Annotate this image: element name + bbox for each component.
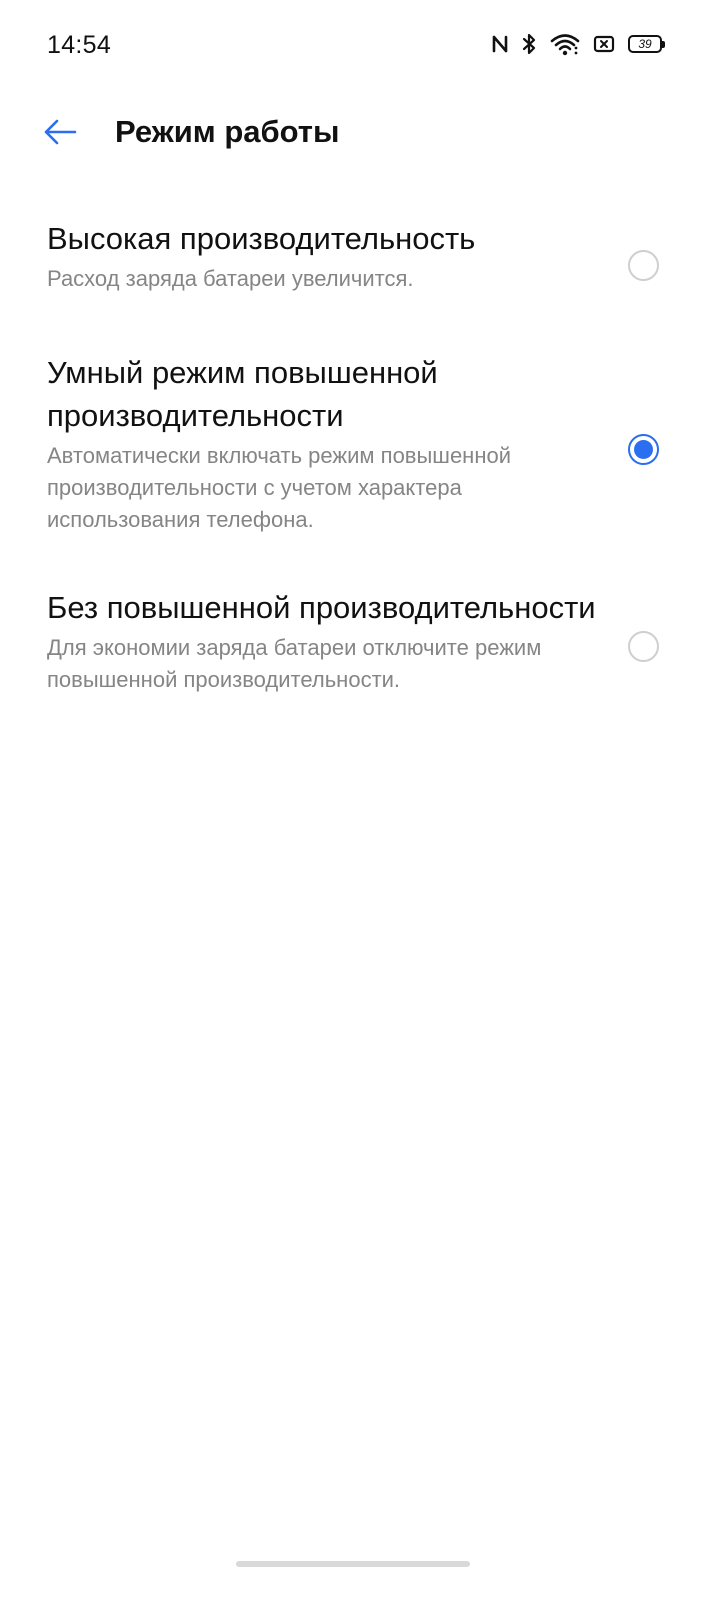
option-description: Для экономии заряда батареи отключите ре… [47, 635, 542, 692]
bluetooth-icon [522, 33, 536, 55]
option-title: Умный режим повышенной производительност… [47, 355, 438, 433]
option-description: Автоматически включать режим повышенной … [47, 443, 512, 532]
option-title: Высокая производительность [47, 221, 476, 256]
arrow-left-icon [44, 119, 77, 145]
mode-options-list: Высокая производительность Расход заряда… [0, 205, 720, 718]
status-bar: 14:54 39 [0, 0, 720, 90]
option-high-performance[interactable]: Высокая производительность Расход заряда… [0, 205, 720, 325]
status-time: 14:54 [47, 31, 112, 59]
back-button[interactable] [38, 110, 82, 154]
radio-button-selected[interactable] [628, 433, 659, 465]
status-icons: 39 [492, 30, 665, 58]
sim-off-icon [593, 35, 615, 53]
option-no-performance-boost[interactable]: Без повышенной производительности Для эк… [0, 574, 720, 718]
battery-icon: 39 [628, 35, 665, 53]
radio-button[interactable] [628, 631, 659, 662]
home-indicator[interactable] [236, 1561, 470, 1567]
battery-level: 39 [638, 37, 652, 51]
option-description: Расход заряда батареи увеличится. [47, 266, 414, 291]
radio-button[interactable] [628, 250, 659, 281]
wifi-icon [550, 34, 580, 56]
header: Режим работы [0, 95, 720, 170]
screen: 14:54 39 Режим работы Высокая производит… [0, 0, 720, 1600]
option-smart-performance[interactable]: Умный режим повышенной производительност… [0, 339, 720, 558]
nfc-icon [492, 35, 508, 53]
option-title: Без повышенной производительности [47, 590, 596, 625]
page-title: Режим работы [115, 114, 340, 149]
